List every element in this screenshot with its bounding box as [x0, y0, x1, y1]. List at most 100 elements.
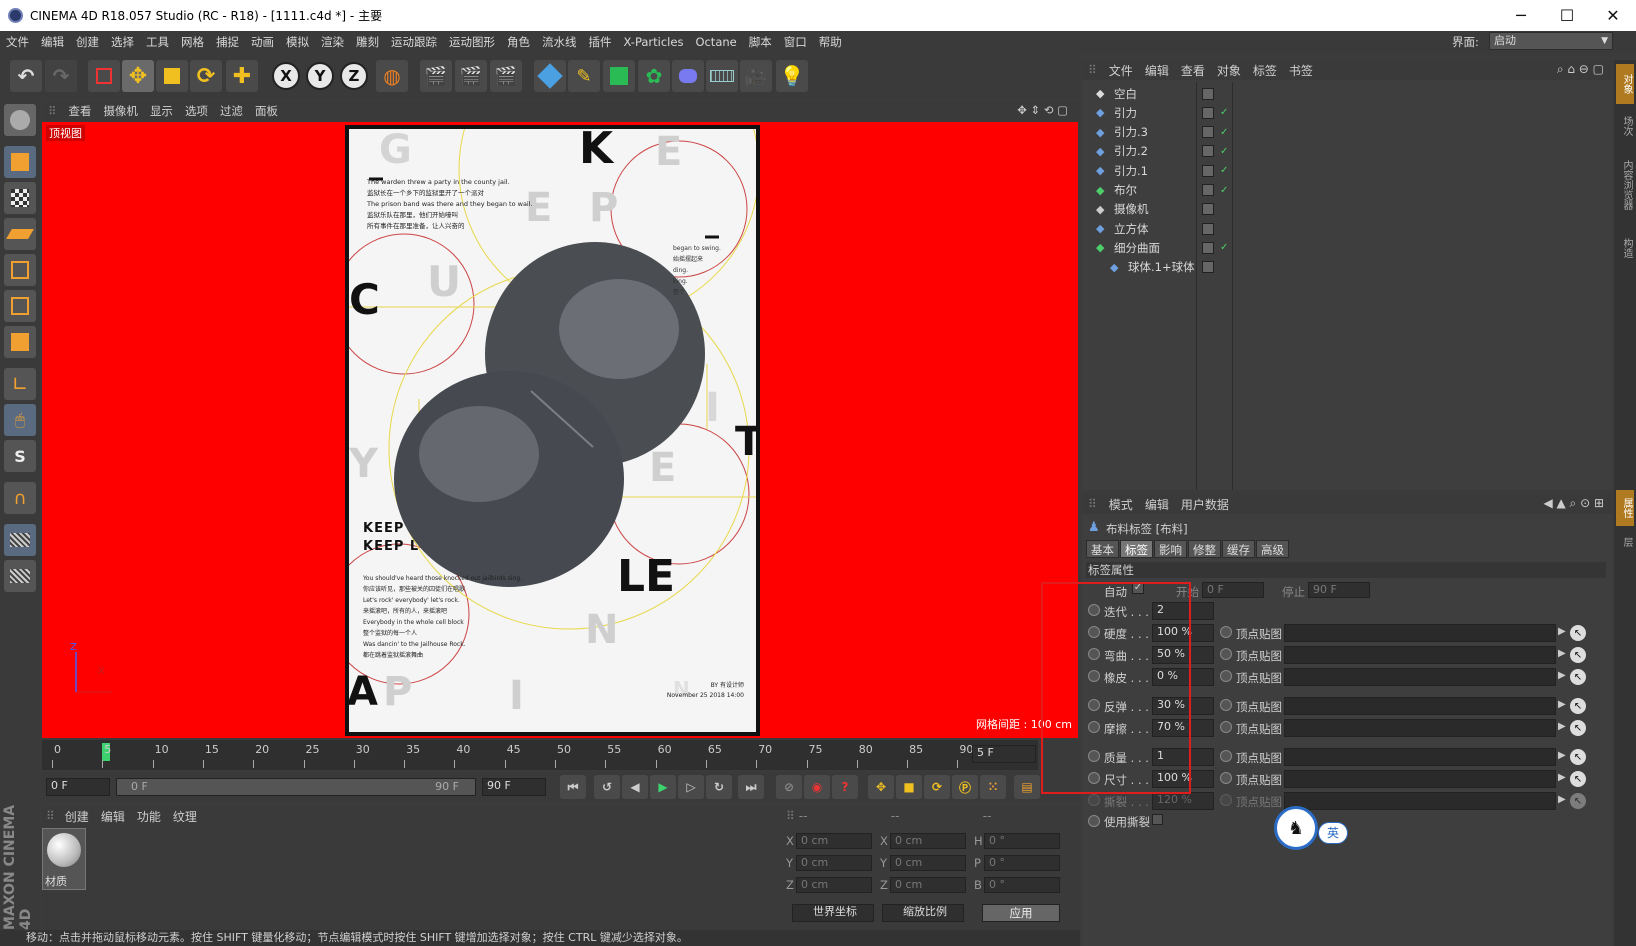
pen-spline-button[interactable]: ✎ — [568, 60, 600, 92]
key-parameter-button[interactable]: Ⓟ — [952, 775, 978, 799]
render-view-button[interactable]: 🎬 — [420, 60, 452, 92]
vertex-map-radio[interactable] — [1220, 772, 1232, 784]
coord-field[interactable]: 0 ° — [984, 855, 1060, 871]
coord-field[interactable]: 0 ° — [984, 877, 1060, 893]
tab-dresser[interactable]: 修整 — [1188, 540, 1221, 558]
axis-mode-button[interactable]: ∟ — [4, 368, 36, 400]
workplane-mode-button[interactable] — [4, 218, 36, 250]
vertex-map-field[interactable] — [1284, 646, 1556, 664]
vertex-map-radio[interactable] — [1220, 670, 1232, 682]
param-animate-radio[interactable] — [1088, 794, 1100, 806]
dock-tab-layers[interactable]: 层 — [1616, 530, 1634, 554]
enabled-check-icon[interactable]: ✓ — [1220, 146, 1228, 157]
obj-menu-file[interactable]: 文件 — [1103, 62, 1139, 79]
tab-cache[interactable]: 缓存 — [1222, 540, 1255, 558]
key-rotation-button[interactable]: ⟳ — [924, 775, 950, 799]
vertex-map-field[interactable] — [1284, 624, 1556, 642]
coord-field[interactable]: 0 cm — [890, 833, 966, 849]
next-frame-button[interactable]: ▷ — [678, 775, 704, 799]
texture-mode-button[interactable] — [4, 182, 36, 214]
pick-object-icon[interactable]: ↖ — [1570, 720, 1586, 736]
menu-edit[interactable]: 编辑 — [35, 34, 70, 50]
coord-system-select[interactable]: 世界坐标 — [792, 904, 874, 922]
key-position-button[interactable]: ✥ — [868, 775, 894, 799]
render-settings-button[interactable]: 🎬 — [490, 60, 522, 92]
scale-tool-button[interactable] — [156, 60, 188, 92]
z-axis-button[interactable]: Z — [340, 62, 368, 90]
object-row[interactable]: ◆ 细分曲面 ✓ — [1082, 238, 1612, 257]
expand-arrow-icon[interactable]: ▶ — [1558, 699, 1566, 710]
obj-nav-icons[interactable]: ⌕ ⌂ ⊖ ▢ — [1557, 62, 1604, 77]
key-scale-button[interactable]: ■ — [896, 775, 922, 799]
layer-toggle[interactable] — [1202, 145, 1214, 158]
dock-tab-content-browser[interactable]: 内容浏览器 — [1616, 150, 1634, 220]
tab-tag[interactable]: 标签 — [1120, 540, 1153, 558]
vertex-map-radio[interactable] — [1220, 699, 1232, 711]
model-mode-button[interactable] — [4, 146, 36, 178]
vp-menu-options[interactable]: 选项 — [179, 103, 214, 119]
cloner-button[interactable]: ✿ — [638, 60, 670, 92]
menu-simulate[interactable]: 模拟 — [280, 34, 315, 50]
key-pla-button[interactable]: ⁙ — [980, 775, 1006, 799]
edges-mode-button[interactable] — [4, 290, 36, 322]
mat-menu-edit[interactable]: 编辑 — [95, 808, 131, 825]
attr-menu-userdata[interactable]: 用户数据 — [1175, 496, 1235, 513]
menu-script[interactable]: 脚本 — [743, 34, 778, 50]
object-row[interactable]: ◆ 引力.3 ✓ — [1082, 123, 1612, 142]
enabled-check-icon[interactable]: ✓ — [1220, 127, 1228, 138]
y-axis-button[interactable]: Y — [306, 62, 334, 90]
expand-arrow-icon[interactable]: ▶ — [1558, 794, 1566, 805]
redo-button[interactable]: ↷ — [45, 60, 77, 92]
layer-toggle[interactable] — [1202, 261, 1214, 274]
object-row[interactable]: ◆ 引力.1 ✓ — [1082, 161, 1612, 180]
menu-x-particles[interactable]: X-Particles — [618, 35, 690, 49]
mat-menu-function[interactable]: 功能 — [131, 808, 167, 825]
layer-toggle[interactable] — [1202, 184, 1214, 196]
expand-arrow-icon[interactable]: ▶ — [1558, 721, 1566, 732]
object-row[interactable]: ◆ 引力 ✓ — [1082, 103, 1612, 122]
vertex-map-field[interactable] — [1284, 792, 1556, 810]
viewport-nav-icons[interactable]: ✥ ⇕ ⟲ ▢ — [1011, 103, 1074, 117]
attr-menu-edit[interactable]: 编辑 — [1139, 496, 1175, 513]
play-button[interactable]: ▶ — [650, 775, 676, 799]
obj-menu-view[interactable]: 查看 — [1175, 62, 1211, 79]
vertex-map-radio[interactable] — [1220, 721, 1232, 733]
expand-arrow-icon[interactable]: ▶ — [1558, 750, 1566, 761]
subdivision-surface-button[interactable] — [603, 60, 635, 92]
menu-mograph[interactable]: 运动图形 — [443, 34, 501, 50]
coord-field[interactable]: 0 cm — [890, 855, 966, 871]
expand-arrow-icon[interactable]: ▶ — [1558, 626, 1566, 637]
coord-field[interactable]: 0 cm — [796, 833, 872, 849]
attr-menu-mode[interactable]: 模式 — [1103, 496, 1139, 513]
camera-button[interactable]: 🎥 — [740, 60, 772, 92]
frame-range-slider[interactable]: 0 F 90 F — [116, 778, 476, 796]
floor-button[interactable] — [706, 60, 738, 92]
menu-animate[interactable]: 动画 — [245, 34, 280, 50]
coord-field[interactable]: 0 ° — [984, 833, 1060, 849]
enabled-check-icon[interactable]: ✓ — [1220, 165, 1228, 176]
layout-select[interactable]: 启动 ▼ — [1489, 32, 1613, 50]
viewport[interactable]: 顶视图 G K E E P C U I T E Y LE N A P I N T… — [42, 122, 1078, 738]
move-tool-button[interactable]: ✥ — [122, 60, 154, 92]
enabled-check-icon[interactable]: ✓ — [1220, 107, 1228, 118]
menu-mesh[interactable]: 网格 — [175, 34, 210, 50]
next-key-button[interactable]: ↻ — [706, 775, 732, 799]
start-frame-field[interactable]: 0 F — [46, 778, 110, 796]
pick-object-icon[interactable]: ↖ — [1570, 793, 1586, 809]
lock-workplane-button[interactable] — [4, 524, 36, 556]
coord-field[interactable]: 0 cm — [796, 855, 872, 871]
deformer-button[interactable] — [672, 60, 704, 92]
tab-forces[interactable]: 影响 — [1154, 540, 1187, 558]
vertex-map-field[interactable] — [1284, 748, 1556, 766]
pick-object-icon[interactable]: ↖ — [1570, 771, 1586, 787]
rotate-tool-button[interactable]: ⟳ — [190, 60, 222, 92]
dock-tab-attributes[interactable]: 属性 — [1616, 490, 1634, 526]
use-tear-checkbox[interactable] — [1152, 814, 1163, 825]
obj-menu-bookmarks[interactable]: 书签 — [1283, 62, 1319, 79]
enabled-check-icon[interactable]: ✓ — [1220, 242, 1228, 253]
tab-basic[interactable]: 基本 — [1086, 540, 1119, 558]
layer-toggle[interactable] — [1202, 106, 1214, 119]
ime-mode-button[interactable]: 英 — [1318, 822, 1348, 844]
pick-object-icon[interactable]: ↖ — [1570, 625, 1586, 641]
menu-octane[interactable]: Octane — [689, 35, 742, 49]
